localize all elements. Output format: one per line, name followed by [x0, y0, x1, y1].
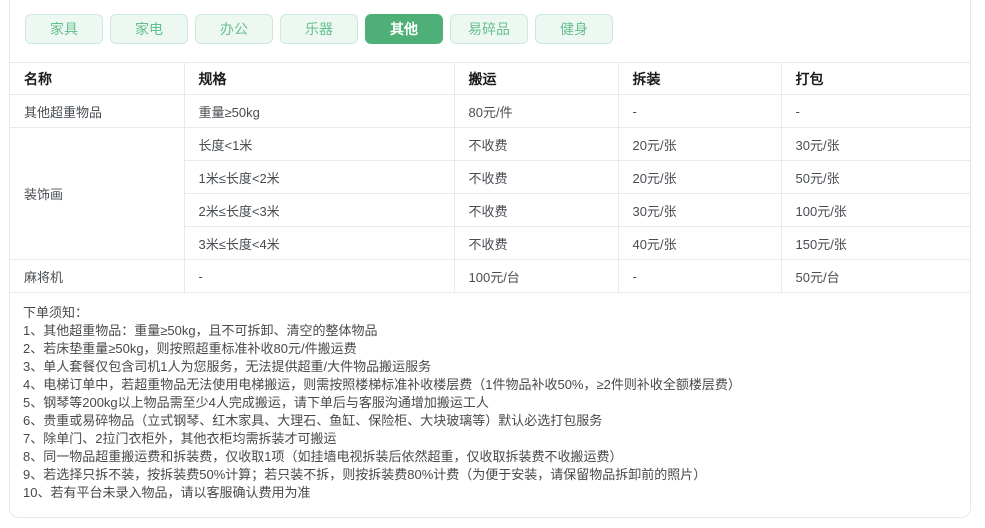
table-cell: -	[618, 94, 782, 128]
table-cell: 不收费	[454, 127, 619, 161]
note-item: 5、钢琴等200kg以上物品需至少4人完成搬运，请下单后与客服沟通增加搬运工人	[23, 395, 489, 410]
column-header: 搬运	[454, 62, 619, 95]
tab-1[interactable]: 家具	[25, 14, 103, 44]
table-row: 装饰画 长度<1米 不收费 20元/张 30元/张	[10, 127, 970, 260]
table-body: 其他超重物品 重量≥50kg 80元/件 - - 装饰画 长度<1米 不收费 20元/张 30元/…	[10, 94, 970, 293]
table-row: 麻将机 -100元/台 -50元/台	[10, 259, 970, 293]
column-header: 名称	[10, 62, 185, 95]
note-item: 2、若床垫重量≥50kg，则按照超重标准补收80元/件搬运费	[23, 341, 357, 356]
table-cell: 重量≥50kg	[184, 94, 455, 128]
tab-2[interactable]: 家电	[110, 14, 188, 44]
notes-list: 1、其他超重物品：重量≥50kg，且不可拆卸、清空的整体物品 2、若床垫重量≥50…	[23, 322, 950, 502]
table-cell: -	[781, 94, 970, 128]
note-item: 4、电梯订单中，若超重物品无法使用电梯搬运，则需按照楼梯标准补收楼层费（1件物品…	[23, 377, 741, 392]
note-item: 9、若选择只拆不装，按拆装费50%计算；若只装不拆，则按拆装费80%计费（为便于…	[23, 467, 707, 482]
table-cell: 2米≤长度<3米	[184, 193, 455, 227]
table-cell: 不收费	[454, 160, 619, 194]
column-header: 拆装	[618, 62, 782, 95]
column-header: 打包	[781, 62, 970, 95]
note-item: 1、其他超重物品：重量≥50kg，且不可拆卸、清空的整体物品	[23, 323, 378, 338]
table-cell: 长度<1米	[184, 127, 455, 161]
table-cell: 80元/件	[454, 94, 619, 128]
table-cell: -	[184, 259, 455, 293]
table-cell: 20元/张	[618, 127, 782, 161]
tab-5-active[interactable]: 其他	[365, 14, 443, 44]
table-cell: 不收费	[454, 226, 619, 260]
tab-4[interactable]: 乐器	[280, 14, 358, 44]
table-cell: 装饰画	[10, 127, 185, 260]
table-row: 其他超重物品 重量≥50kg 80元/件 - -	[10, 94, 970, 128]
table-cell: 3米≤长度<4米	[184, 226, 455, 260]
column-header: 规格	[184, 62, 455, 95]
table-cell: 麻将机	[10, 259, 185, 293]
table-cell: 30元/张	[781, 127, 970, 161]
table-cell: 不收费	[454, 193, 619, 227]
order-notes: 下单须知： 1、其他超重物品：重量≥50kg，且不可拆卸、清空的整体物品 2、若床…	[10, 293, 970, 502]
table-cell: 50元/张	[781, 160, 970, 194]
table-cell: 30元/张	[618, 193, 782, 227]
table-cell: 100元/张	[781, 193, 970, 227]
table-cell: 1米≤长度<2米	[184, 160, 455, 194]
notes-title: 下单须知：	[23, 305, 89, 320]
note-item: 8、同一物品超重搬运费和拆装费，仅收取1项（如挂墙电视拆装后依然超重，仅收取拆装…	[23, 449, 623, 464]
tab-3[interactable]: 办公	[195, 14, 273, 44]
tab-bar: 家具 家电 办公 乐器 其他 易碎品 健身	[10, 0, 970, 44]
table-cell: 其他超重物品	[10, 94, 185, 128]
table-cell: 50元/台	[781, 259, 970, 293]
note-item: 3、单人套餐仅包含司机1人为您服务，无法提供超重/大件物品搬运服务	[23, 359, 432, 374]
table-cell: 100元/台	[454, 259, 619, 293]
note-item: 6、贵重或易碎物品（立式钢琴、红木家具、大理石、鱼缸、保险柜、大块玻璃等）默认必…	[23, 413, 603, 428]
table-cell: 40元/张	[618, 226, 782, 260]
tab-7[interactable]: 健身	[535, 14, 613, 44]
pricing-table: 名称 规格 搬运 拆装 打包 其他超重物品 重量≥50kg 80元/件 - - 装饰画 长度<1米不…	[10, 62, 970, 293]
table-cell: 20元/张	[618, 160, 782, 194]
table-cell: -	[618, 259, 782, 293]
note-item: 10、若有平台未录入物品，请以客服确认费用为准	[23, 485, 311, 500]
note-item: 7、除单门、2拉门衣柜外，其他衣柜均需拆装才可搬运	[23, 431, 337, 446]
tab-6[interactable]: 易碎品	[450, 14, 528, 44]
table-cell: 150元/张	[781, 226, 970, 260]
table-header-row: 名称 规格 搬运 拆装 打包	[10, 62, 970, 95]
pricing-card: 家具 家电 办公 乐器 其他 易碎品 健身 名称 规格 搬运 拆装 打包 其他超重物品 重量≥50kg…	[9, 0, 971, 518]
